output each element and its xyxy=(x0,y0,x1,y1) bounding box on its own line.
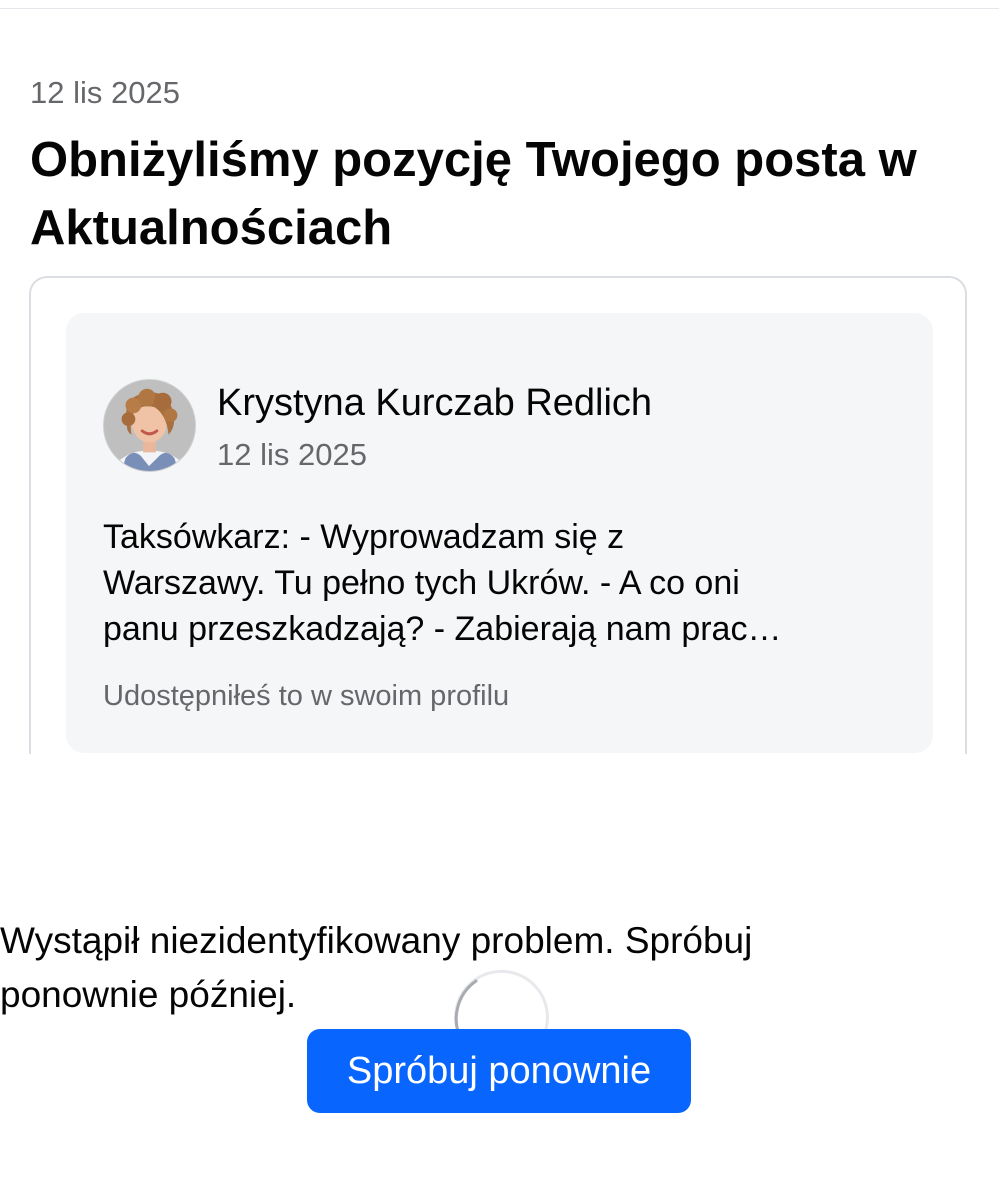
notice-title: Obniżyliśmy pozycję Twojego posta w Aktu… xyxy=(30,133,917,255)
error-message: Wystąpił niezidentyfikowany problem. Spr… xyxy=(0,920,753,1015)
post-date: 12 lis 2025 xyxy=(217,437,367,472)
avatar-photo-icon xyxy=(104,380,195,471)
retry-button[interactable]: Spróbuj ponownie xyxy=(307,1029,691,1113)
post-author-name[interactable]: Krystyna Kurczab Redlich xyxy=(217,380,652,426)
shared-note: Udostępniłeś to w swoim profilu xyxy=(103,680,510,712)
post-text-line: Warszawy. Tu pełno tych Ukrów. - A co on… xyxy=(103,564,740,602)
post-card-fade xyxy=(20,754,980,774)
post-text-line: panu przeszkadzają? - Zabierają nam prac… xyxy=(103,610,782,648)
notice-date: 12 lis 2025 xyxy=(30,75,180,110)
avatar[interactable] xyxy=(103,379,196,472)
post-text-line: Taksówkarz: - Wyprowadzam się z xyxy=(103,518,625,556)
post-text: Taksówkarz: - Wyprowadzam się z Warszawy… xyxy=(103,514,903,652)
top-divider xyxy=(0,8,999,9)
